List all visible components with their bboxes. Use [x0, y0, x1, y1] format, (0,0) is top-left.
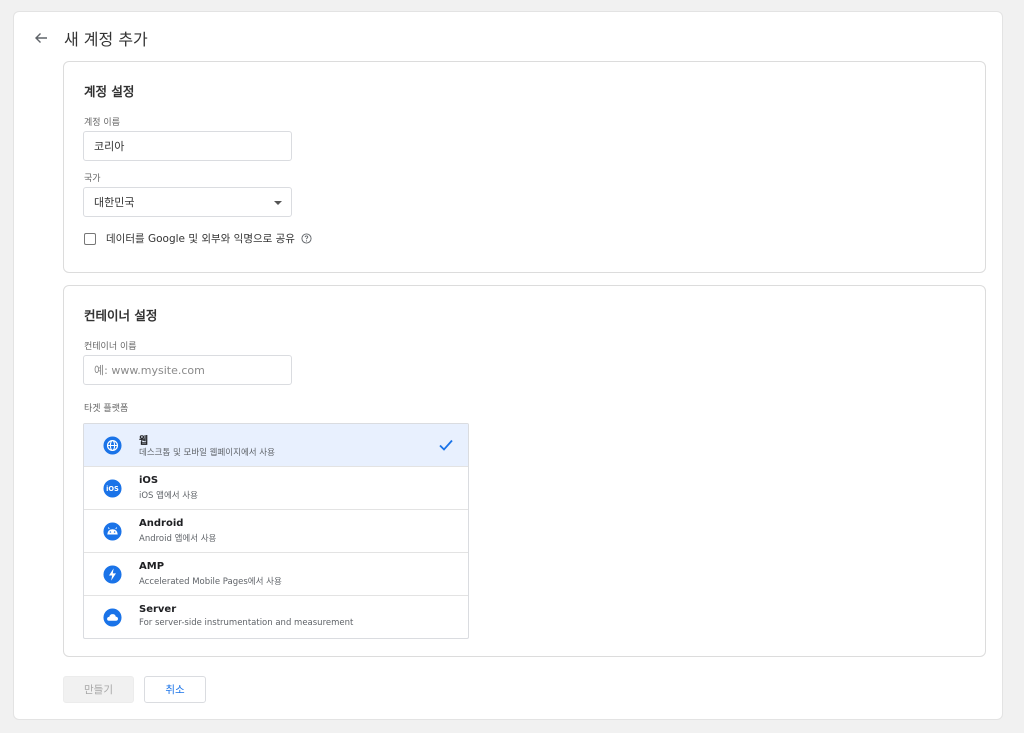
account-settings-card: 계정 설정 계정 이름 국가 대한민국 데이터를 Google 및 외부와 익명…	[63, 61, 986, 273]
platform-name: Server	[139, 604, 177, 615]
android-icon	[103, 522, 122, 541]
country-select[interactable]: 대한민국	[83, 187, 292, 217]
platform-name: AMP	[139, 561, 165, 572]
platform-option-amp[interactable]: AMP Accelerated Mobile Pages에서 사용	[84, 553, 468, 596]
platform-list: 웹 데스크톱 및 모바일 웹페이지에서 사용 iOS iOS iOS 앱에서 사…	[83, 423, 469, 639]
share-data-checkbox[interactable]	[84, 232, 96, 245]
platform-description: Accelerated Mobile Pages에서 사용	[139, 577, 282, 587]
cloud-icon	[103, 608, 122, 627]
platform-name: Android	[139, 518, 184, 529]
ios-icon: iOS	[103, 479, 122, 498]
platform-description: Android 앱에서 사용	[139, 534, 217, 544]
platform-description: For server-side instrumentation and meas…	[139, 618, 354, 628]
target-platform-label: 타겟 플랫폼	[84, 404, 129, 414]
help-icon[interactable]	[301, 233, 312, 244]
svg-text:iOS: iOS	[106, 485, 119, 493]
arrow-left-icon	[35, 33, 47, 43]
create-button[interactable]: 만들기	[63, 676, 134, 703]
account-settings-title: 계정 설정	[84, 84, 135, 99]
back-button[interactable]	[30, 27, 52, 49]
container-settings-title: 컨테이너 설정	[84, 308, 158, 323]
page-title: 새 계정 추가	[64, 30, 148, 49]
check-icon	[439, 439, 453, 451]
platform-name: 웹	[139, 436, 149, 447]
top-bar: 새 계정 추가	[30, 26, 148, 50]
cancel-button[interactable]: 취소	[144, 676, 206, 703]
globe-icon	[103, 436, 122, 455]
container-name-input[interactable]	[83, 355, 292, 385]
share-data-label: 데이터를 Google 및 외부와 익명으로 공유	[106, 233, 295, 245]
account-name-label: 계정 이름	[84, 118, 120, 128]
container-settings-card: 컨테이너 설정 컨테이너 이름 타겟 플랫폼 웹 데스크톱 및 모바일 웹페이지…	[63, 285, 986, 657]
caret-down-icon	[274, 201, 282, 205]
platform-option-web[interactable]: 웹 데스크톱 및 모바일 웹페이지에서 사용	[84, 424, 468, 467]
amp-bolt-icon	[103, 565, 122, 584]
platform-option-server[interactable]: Server For server-side instrumentation a…	[84, 596, 468, 638]
share-data-row: 데이터를 Google 및 외부와 익명으로 공유	[84, 231, 312, 246]
account-name-input[interactable]	[83, 131, 292, 161]
platform-option-ios[interactable]: iOS iOS iOS 앱에서 사용	[84, 467, 468, 510]
platform-description: 데스크톱 및 모바일 웹페이지에서 사용	[139, 448, 275, 458]
platform-option-android[interactable]: Android Android 앱에서 사용	[84, 510, 468, 553]
platform-description: iOS 앱에서 사용	[139, 491, 198, 501]
country-select-value: 대한민국	[94, 196, 135, 209]
container-name-label: 컨테이너 이름	[84, 342, 137, 352]
country-label: 국가	[84, 174, 101, 184]
platform-name: iOS	[139, 475, 159, 486]
main-panel: 새 계정 추가 계정 설정 계정 이름 국가 대한민국 데이터를 Google …	[13, 11, 1003, 720]
